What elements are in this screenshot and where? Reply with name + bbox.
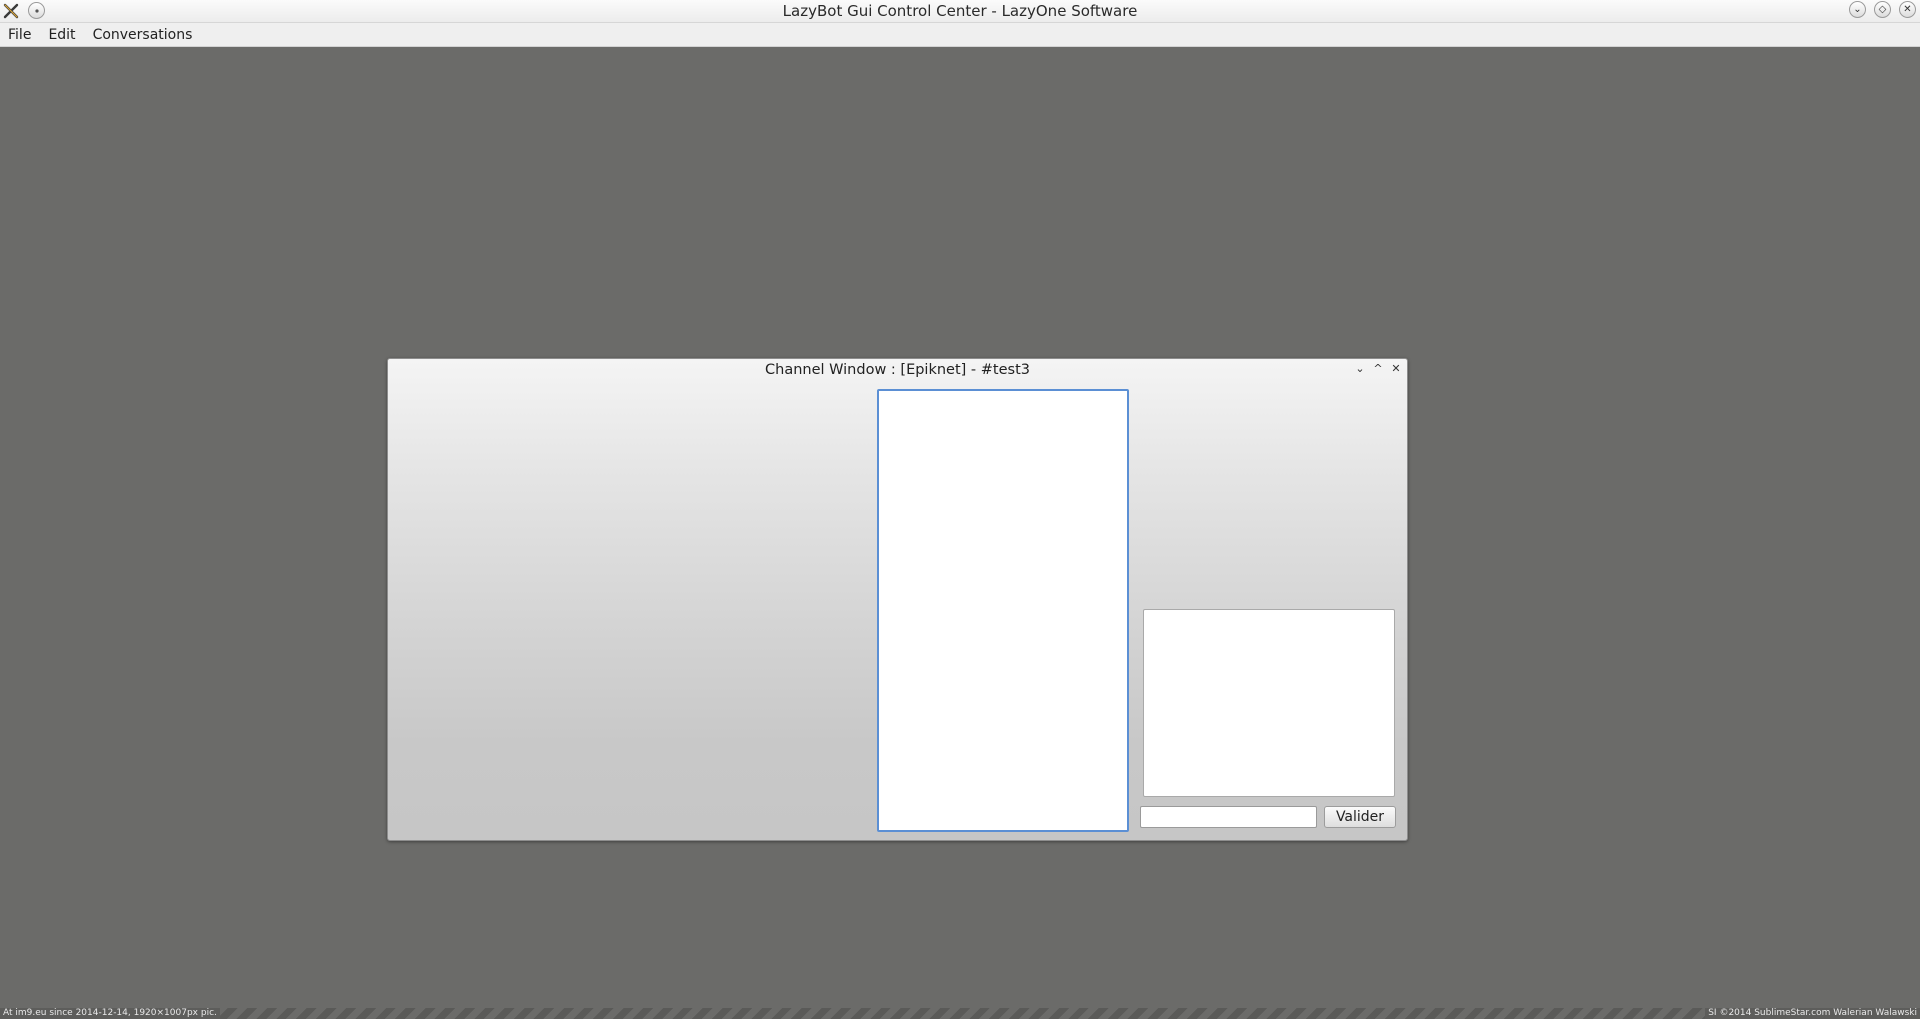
watermark-footer: At im9.eu since 2014-12-14, 1920×1007px … xyxy=(0,1008,1920,1019)
footer-right-text: SI ©2014 SublimeStar.com Walerian Walaws… xyxy=(1705,1008,1920,1019)
channel-window[interactable]: Channel Window : [Epiknet] - #test3 ⌄ ^ … xyxy=(387,358,1408,841)
menubar: File Edit Conversations xyxy=(0,23,1920,47)
footer-left-text: At im9.eu since 2014-12-14, 1920×1007px … xyxy=(0,1008,220,1019)
channel-close-icon[interactable]: ✕ xyxy=(1391,362,1401,375)
app-titlebar: LazyBot Gui Control Center - LazyOne Sof… xyxy=(0,0,1920,23)
channel-maximize-icon[interactable]: ^ xyxy=(1373,362,1383,375)
channel-minimize-icon[interactable]: ⌄ xyxy=(1355,362,1365,375)
menu-edit[interactable]: Edit xyxy=(48,27,83,43)
valider-button[interactable]: Valider xyxy=(1324,806,1396,828)
channel-window-controls: ⌄ ^ ✕ xyxy=(1355,362,1401,375)
minimize-icon[interactable]: ⌄ xyxy=(1849,1,1866,18)
channel-window-title: Channel Window : [Epiknet] - #test3 xyxy=(765,362,1030,378)
menu-conversations[interactable]: Conversations xyxy=(93,27,201,43)
message-input[interactable] xyxy=(1140,806,1317,828)
titlebar-window-controls: ⌄ ◇ ✕ xyxy=(1849,1,1916,18)
channel-users-list[interactable] xyxy=(1143,609,1395,797)
maximize-icon[interactable]: ◇ xyxy=(1874,1,1891,18)
mdi-workspace: Channel Window : [Epiknet] - #test3 ⌄ ^ … xyxy=(0,47,1920,1012)
close-icon[interactable]: ✕ xyxy=(1899,1,1916,18)
app-title: LazyBot Gui Control Center - LazyOne Sof… xyxy=(782,2,1138,20)
menu-file[interactable]: File xyxy=(8,27,39,43)
channel-messages-list[interactable] xyxy=(877,389,1129,832)
